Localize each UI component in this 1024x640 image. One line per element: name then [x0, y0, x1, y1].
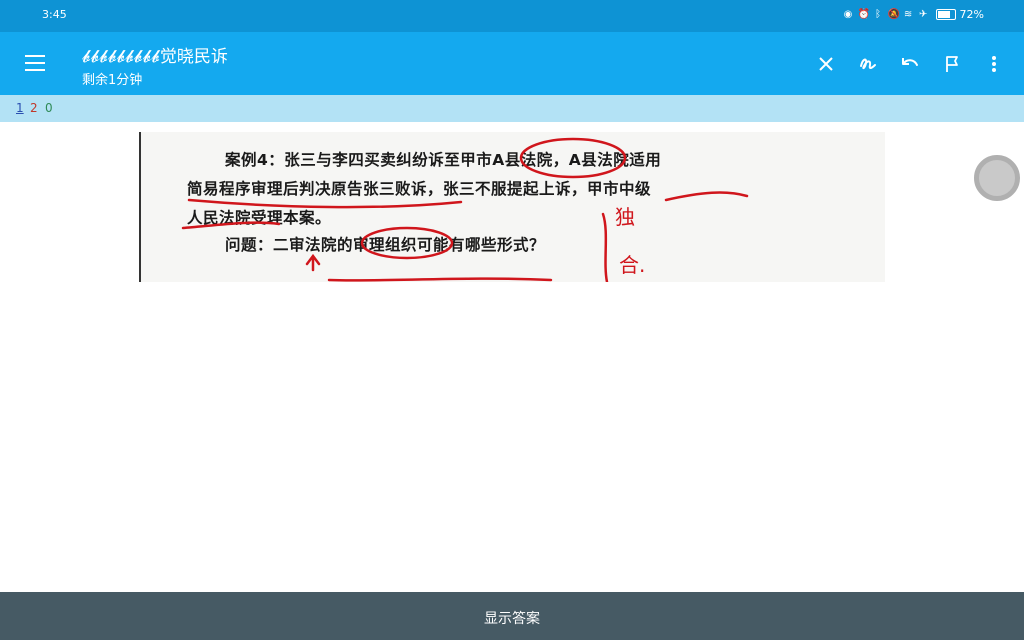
close-icon — [819, 57, 833, 71]
more-icon — [992, 56, 996, 72]
draw-button[interactable] — [852, 48, 884, 80]
flag-icon — [946, 56, 958, 72]
draw-icon — [860, 58, 876, 70]
status-icons: ◉ ⏰ ᛒ 🔕 ≋ ✈ 72% — [843, 8, 984, 21]
status-bar: 3:45 ◉ ⏰ ᛒ 🔕 ≋ ✈ 72% — [0, 0, 1024, 32]
annotation-2: 合. — [619, 253, 645, 277]
bluetooth-icon: ᛒ — [875, 9, 882, 20]
battery-icon — [935, 9, 956, 20]
show-answer-button[interactable]: 显示答案 — [0, 592, 1024, 640]
menu-button[interactable] — [20, 50, 50, 78]
deck-title: 𝓫𝓫𝓫𝓫𝓫𝓫𝓫𝓫𝓫觉晓民诉 — [82, 47, 228, 67]
toolbar-actions — [810, 48, 1010, 80]
flag-button[interactable] — [936, 48, 968, 80]
battery-level: 72% — [959, 8, 984, 21]
time-remaining: 剩余1分钟 — [82, 73, 143, 88]
alarm-icon: ⏰ — [857, 9, 870, 20]
wifi-icon: ≋ — [903, 9, 913, 20]
card-counter-bar: 1 2 0 — [0, 95, 1024, 122]
status-time: 3:45 — [42, 8, 67, 21]
floating-action-button[interactable] — [974, 155, 1020, 201]
learning-count: 2 — [30, 101, 38, 115]
annotation-1: 独 — [615, 205, 635, 229]
app-toolbar: 𝓫𝓫𝓫𝓫𝓫𝓫𝓫𝓫𝓫觉晓民诉 剩余1分钟 — [0, 32, 1024, 95]
review-count: 0 — [45, 101, 53, 115]
mute-icon: 🔕 — [887, 9, 900, 20]
show-answer-label: 显示答案 — [484, 611, 540, 627]
new-count: 1 — [16, 101, 24, 115]
handwritten-annotations: 独 合. — [181, 137, 749, 282]
card-question-image: 案例4：张三与李四买卖纠纷诉至甲市A县法院，A县法院适用 简易程序审理后判决原告… — [139, 132, 885, 282]
close-button[interactable] — [810, 48, 842, 80]
airplane-icon: ✈ — [918, 9, 928, 20]
more-options-button[interactable] — [978, 48, 1010, 80]
undo-icon — [902, 58, 918, 66]
eye-icon: ◉ — [843, 9, 853, 20]
hamburger-icon — [25, 55, 45, 57]
undo-button[interactable] — [894, 48, 926, 80]
